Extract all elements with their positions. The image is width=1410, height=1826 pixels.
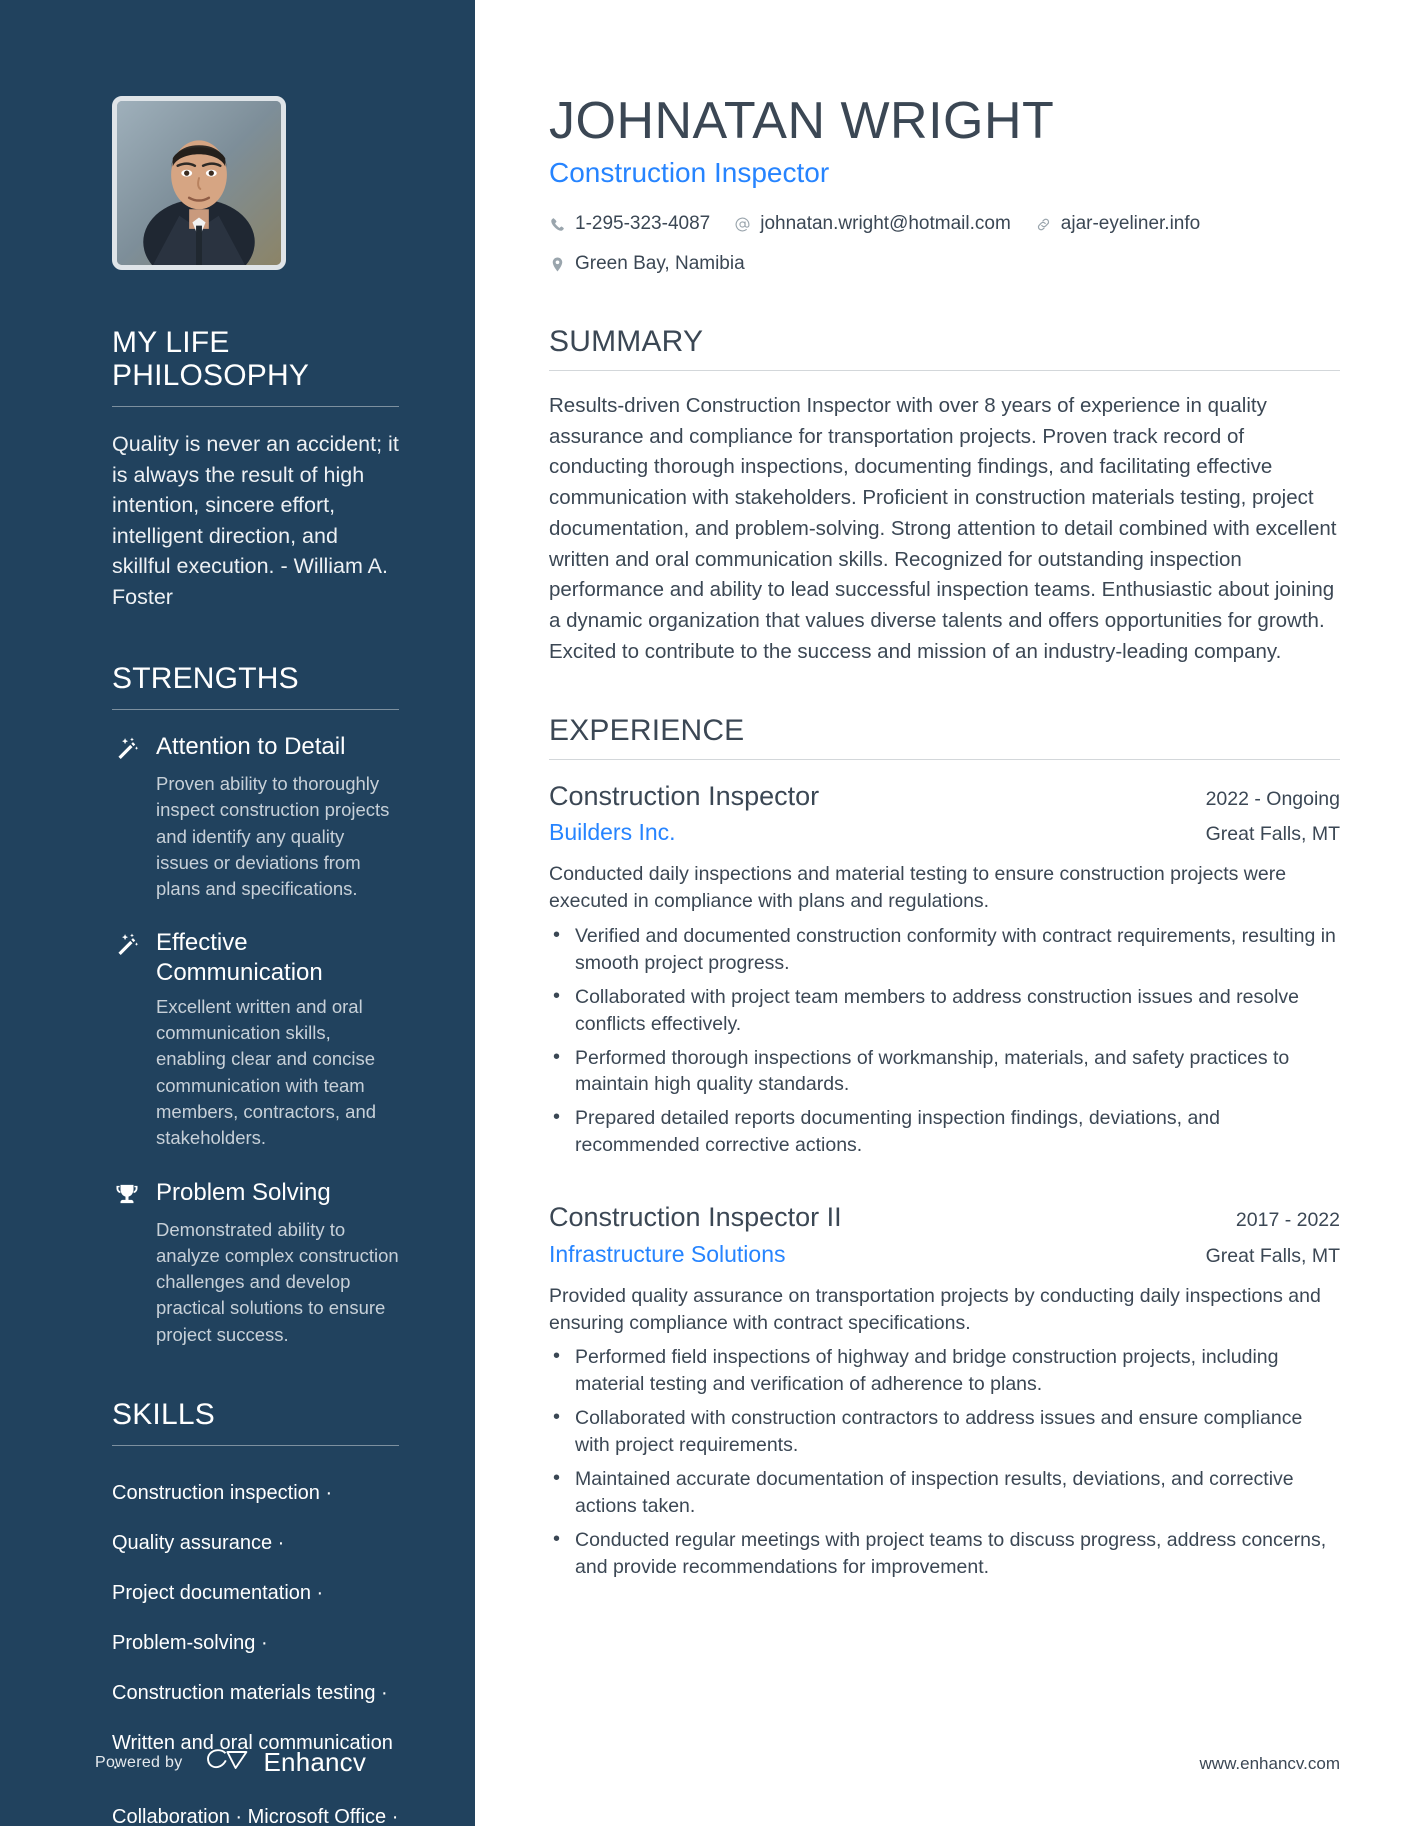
main-content: JOHNATAN WRIGHT Construction Inspector 1… [479, 0, 1410, 1826]
enhancv-logo-icon [205, 1747, 251, 1778]
experience-bullet: Collaborated with project team members t… [549, 983, 1340, 1038]
contact-email-text: johnatan.wright@hotmail.com [760, 212, 1011, 234]
phone-icon [551, 217, 564, 231]
strength-description: Demonstrated ability to analyze complex … [156, 1218, 399, 1345]
contact-website[interactable]: ajar-eyeliner.info [1035, 210, 1200, 239]
experience-bullets: Verified and documented construction con… [549, 922, 1340, 1159]
skill-row: Project documentation · [112, 1581, 324, 1604]
trophy-icon [112, 1180, 142, 1210]
contact-location: Green Bay, Namibia [549, 250, 745, 279]
at-sign-icon [735, 217, 750, 232]
strength-item: Attention to Detail Proven ability to th… [112, 732, 399, 902]
experience-entry: Construction Inspector 2022 - Ongoing Bu… [549, 780, 1340, 1160]
powered-by-label: Powered by [95, 1753, 183, 1771]
experience-bullet: Performed field inspections of highway a… [549, 1343, 1340, 1398]
philosophy-heading: MY LIFE PHILOSOPHY [112, 326, 310, 392]
strength-item: Effective Communication Excellent writte… [112, 928, 399, 1151]
experience-bullets: Performed field inspections of highway a… [549, 1343, 1340, 1581]
summary-text: Results-driven Construction Inspector wi… [549, 393, 1337, 663]
strength-title: Attention to Detail [156, 733, 346, 761]
enhancv-brand-name: Enhancv [263, 1747, 367, 1777]
strength-item: Problem Solving Demonstrated ability to … [112, 1178, 399, 1348]
philosophy-text: Quality is never an accident; it is alwa… [112, 432, 399, 609]
experience-bullet: Performed thorough inspections of workma… [549, 1044, 1340, 1099]
experience-location: Great Falls, MT [1205, 823, 1340, 846]
resume-page: MY LIFE PHILOSOPHY Quality is never an a… [0, 0, 1410, 1826]
experience-role: Construction Inspector II [549, 1202, 842, 1233]
skill-row: Construction materials testing · [112, 1681, 388, 1704]
magic-wand-icon [112, 930, 142, 960]
experience-bullet: Collaborated with construction contracto… [549, 1404, 1340, 1459]
job-title: Construction Inspector [549, 157, 830, 189]
contact-phone-text: 1-295-323-4087 [575, 212, 711, 234]
page-title: JOHNATAN WRIGHT [549, 92, 1055, 150]
section-my-life-philosophy: MY LIFE PHILOSOPHY Quality is never an a… [112, 326, 399, 612]
strength-title: Effective Communication [156, 929, 323, 986]
sidebar: MY LIFE PHILOSOPHY Quality is never an a… [0, 0, 479, 1826]
experience-intro: Conducted daily inspections and material… [549, 863, 1287, 912]
experience-bullet: Maintained accurate documentation of ins… [549, 1465, 1340, 1520]
site-url[interactable]: www.enhancv.com [1200, 1754, 1340, 1774]
experience-bullet: Conducted regular meetings with project … [549, 1526, 1340, 1581]
experience-heading: EXPERIENCE [549, 713, 745, 747]
contact-phone[interactable]: 1-295-323-4087 [549, 210, 710, 239]
summary-divider [549, 369, 1340, 371]
skill-row: Construction inspection · [112, 1481, 333, 1504]
skill-row: Collaboration · Microsoft Office · [112, 1805, 399, 1826]
contact-email[interactable]: johnatan.wright@hotmail.com [734, 210, 1011, 239]
experience-company[interactable]: Builders Inc. [549, 818, 676, 847]
experience-company[interactable]: Infrastructure Solutions [549, 1240, 786, 1269]
summary-heading: SUMMARY [549, 324, 704, 358]
contact-info: 1-295-323-4087 johnatan.wright@hotmail.c… [549, 210, 1249, 279]
experience-role: Construction Inspector [549, 780, 820, 811]
experience-entry: Construction Inspector II 2017 - 2022 In… [549, 1201, 1340, 1581]
skill-row: Problem-solving · [112, 1631, 268, 1654]
experience-location: Great Falls, MT [1205, 1244, 1340, 1267]
resume-header: JOHNATAN WRIGHT Construction Inspector 1… [549, 92, 1340, 279]
avatar [112, 96, 286, 270]
strength-description: Excellent written and oral communication… [156, 995, 377, 1149]
experience-date: 2022 - Ongoing [1205, 787, 1340, 810]
magic-wand-icon [112, 734, 142, 764]
strength-description: Proven ability to thoroughly inspect con… [156, 773, 390, 900]
map-pin-icon [552, 257, 563, 272]
section-strengths: STRENGTHS Attention to Detail Proven abi… [112, 662, 399, 1348]
contact-website-text: ajar-eyeliner.info [1060, 212, 1201, 234]
experience-divider [549, 758, 1340, 760]
experience-bullet: Verified and documented construction con… [549, 922, 1340, 977]
contact-location-text: Green Bay, Namibia [575, 253, 745, 275]
skills-heading: SKILLS [112, 1397, 215, 1431]
link-icon [1037, 218, 1049, 230]
experience-date: 2017 - 2022 [1235, 1209, 1340, 1232]
experience-intro: Provided quality assurance on transporta… [549, 1284, 1321, 1334]
skills-divider [112, 1444, 399, 1446]
skill-row: Quality assurance · [112, 1531, 285, 1554]
experience-bullet: Prepared detailed reports documenting in… [549, 1104, 1340, 1159]
strengths-divider [112, 709, 399, 711]
enhancv-branding: Powered by Enhancv [95, 1747, 366, 1778]
strength-title: Problem Solving [156, 1178, 331, 1206]
philosophy-divider [112, 406, 399, 407]
section-experience: EXPERIENCE Construction Inspector 2022 -… [549, 714, 1340, 1581]
section-summary: SUMMARY Results-driven Construction Insp… [549, 325, 1340, 668]
strengths-heading: STRENGTHS [112, 662, 299, 696]
